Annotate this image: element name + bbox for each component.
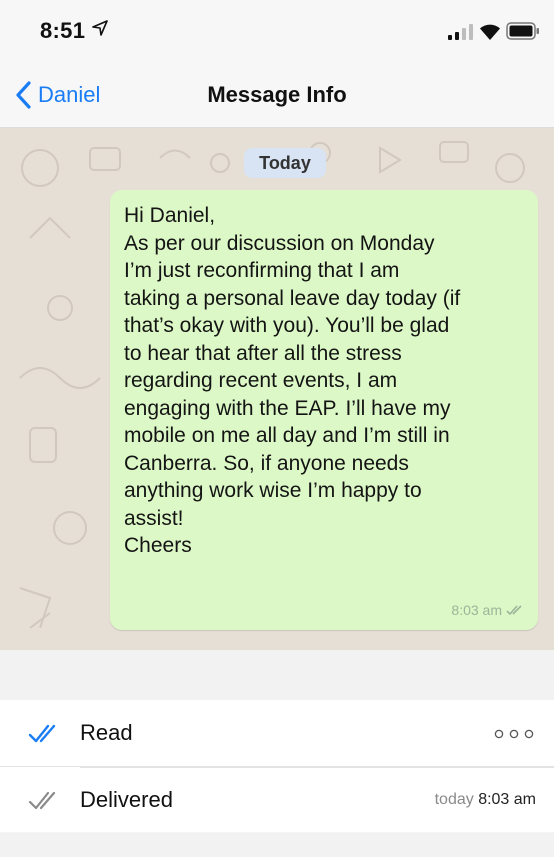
message-text: Hi Daniel, As per our discussion on Mond…	[124, 202, 524, 560]
message-line: engaging with the EAP. I’ll have my	[124, 396, 451, 420]
cellular-signal-icon	[448, 24, 473, 40]
battery-icon	[506, 22, 539, 40]
wifi-icon	[480, 24, 500, 40]
ellipsis-icon	[494, 729, 534, 739]
message-line: mobile on me all day and I’m still in	[124, 424, 450, 447]
double-check-icon	[506, 605, 522, 616]
message-line: that’s okay with you). You’ll be glad	[124, 314, 450, 337]
message-time: 8:03 am	[451, 602, 502, 618]
delivered-day: today	[434, 791, 474, 808]
message-line: I’m just reconfirming that I am	[124, 259, 400, 282]
message-line: to hear that after all the stress	[124, 341, 402, 365]
message-line: As per our discussion on Monday	[124, 231, 435, 255]
read-row[interactable]: Read	[0, 700, 554, 766]
message-line: assist!	[124, 506, 184, 530]
location-arrow-icon	[92, 20, 108, 36]
double-check-blue-icon	[28, 724, 56, 743]
back-button-label: Daniel	[38, 82, 101, 107]
navigation-bar: Daniel Message Info	[0, 62, 554, 128]
message-line: regarding recent events, I am	[124, 369, 398, 392]
message-line: Cheers	[124, 534, 192, 557]
chat-preview: Today Hi Daniel, As per our discussion o…	[0, 128, 554, 650]
date-separator: Today	[244, 148, 326, 178]
message-line: taking a personal leave day today (if	[124, 286, 461, 310]
message-meta: 8:03 am	[451, 602, 526, 618]
chevron-left-icon	[16, 81, 31, 109]
page-title: Message Info	[207, 82, 347, 107]
message-bubble[interactable]: Hi Daniel, As per our discussion on Mond…	[110, 190, 538, 630]
message-line: anything work wise I’m happy to	[124, 479, 422, 502]
double-check-gray-icon	[28, 791, 56, 810]
receipt-list: Read Delivered today 8:03 am	[0, 700, 554, 832]
message-line: Canberra. So, if anyone needs	[124, 451, 409, 475]
status-time: 8:51	[40, 18, 86, 43]
read-label: Read	[80, 720, 133, 745]
status-bar: 8:51	[0, 0, 554, 62]
message-line: Hi Daniel,	[124, 204, 216, 227]
section-spacer	[0, 650, 554, 700]
delivered-timestamp: today 8:03 am	[435, 791, 536, 809]
bottom-spacer	[0, 833, 554, 857]
date-label: Today	[259, 152, 311, 173]
delivered-row[interactable]: Delivered today 8:03 am	[0, 766, 554, 832]
delivered-time: 8:03 am	[478, 791, 536, 808]
back-button[interactable]: Daniel	[14, 78, 100, 112]
delivered-label: Delivered	[80, 787, 173, 812]
